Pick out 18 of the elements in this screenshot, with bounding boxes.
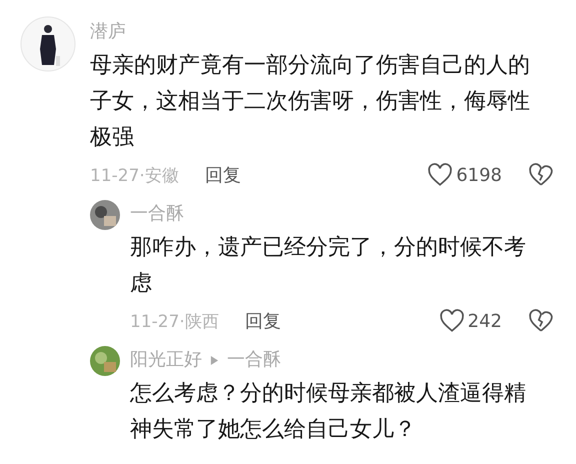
reply-button[interactable]: 回复	[204, 163, 241, 187]
comment-text: 母亲的财产竟有一部分流向了伤害自己的人的子女，这相当于二次伤害呀，伤害性，侮辱性极强	[90, 52, 531, 152]
broken-heart-icon[interactable]	[528, 308, 554, 334]
date-location: 11-27·陕西	[130, 310, 219, 332]
heart-icon[interactable]	[427, 162, 454, 188]
triangle-icon	[210, 354, 219, 366]
username[interactable]: 潜庐	[90, 16, 126, 48]
reply-button[interactable]: 回复	[244, 309, 281, 333]
like-count: 6198	[456, 164, 502, 186]
username[interactable]: 一合酥	[130, 198, 184, 230]
username[interactable]: 一合酥	[227, 344, 281, 376]
broken-heart-icon[interactable]	[528, 162, 554, 188]
date-location: 11-27·安徽	[90, 164, 179, 186]
like-count: 242	[468, 310, 502, 332]
heart-icon[interactable]	[438, 308, 465, 334]
comment-text: 怎么考虑？分的时候母亲都被人渣逼得精神失常了她怎么给自己女儿？	[130, 380, 527, 444]
username[interactable]: 阳光正好	[130, 344, 202, 376]
comment-text: 那咋办，遗产已经分完了，分的时候不考虑	[130, 234, 527, 298]
